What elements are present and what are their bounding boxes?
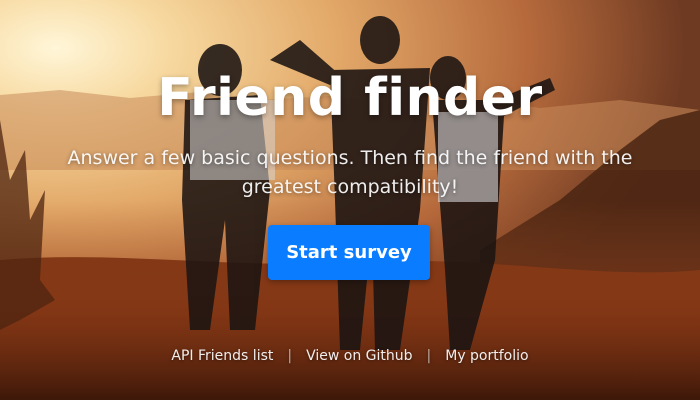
my-portfolio-link[interactable]: My portfolio xyxy=(445,348,528,364)
hero-subtitle: Answer a few basic questions. Then find … xyxy=(67,147,633,198)
footer-links: API Friends list | View on Github | My p… xyxy=(0,348,700,364)
hero-section: Friend finder Answer a few basic questio… xyxy=(0,0,700,400)
link-separator: | xyxy=(287,348,293,364)
link-separator: | xyxy=(426,348,432,364)
hero-content: Friend finder Answer a few basic questio… xyxy=(0,0,700,400)
page-title: Friend finder xyxy=(157,68,543,128)
api-friends-list-link[interactable]: API Friends list xyxy=(171,348,273,364)
view-on-github-link[interactable]: View on Github xyxy=(306,348,412,364)
start-survey-button[interactable]: Start survey xyxy=(268,225,430,280)
